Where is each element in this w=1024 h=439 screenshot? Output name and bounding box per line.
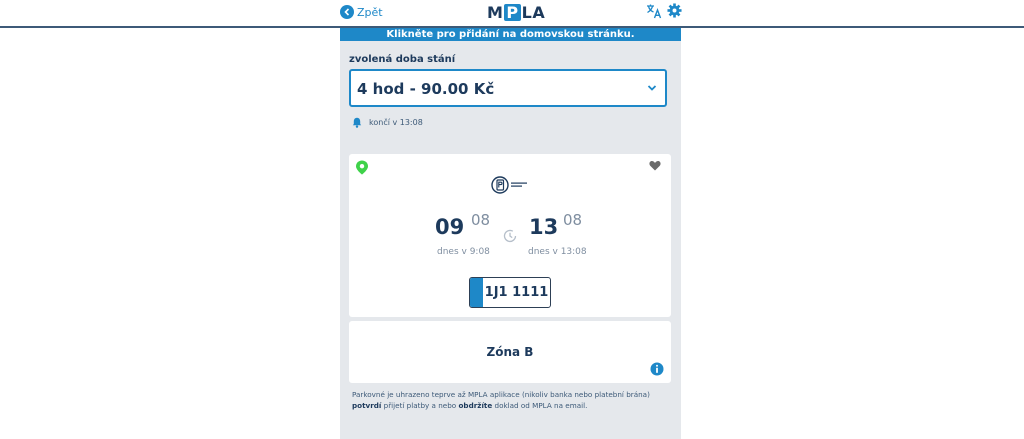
end-time-text: končí v 13:08 [369,118,423,127]
end-date-text: dnes v 13:08 [528,247,587,257]
logo-text-p: P [504,2,521,22]
bell-icon [352,117,362,128]
back-button[interactable]: Zpět [340,3,383,21]
end-time-note: končí v 13:08 [352,117,423,128]
disclaimer-text-3: doklad od MPLA na email. [492,401,588,410]
gear-icon[interactable] [667,3,682,18]
disclaimer-bold-2: obdržíte [458,401,493,410]
main-column: Klikněte pro přidání na domovskou stránk… [340,28,681,439]
disclaimer-bold-1: potvrdí [352,401,382,410]
info-icon[interactable] [650,362,664,376]
disclaimer-text-1: Parkovné je uhrazeno teprve až MPLA apli… [352,390,650,399]
logo-text-left: M [487,2,504,22]
parking-ticket-card: 09 08 dnes v 9:08 13 08 dnes v 13:08 1J1… [349,154,671,317]
license-plate[interactable]: 1J1 1111 [469,277,551,308]
duration-selected-value: 4 hod - 90.00 Kč [357,80,495,98]
start-minute: 08 [471,211,491,229]
end-minute: 08 [563,211,583,229]
start-date-text: dnes v 9:08 [437,247,490,257]
heart-icon[interactable] [649,160,661,171]
logo-text-right: LA [521,2,546,22]
duration-select[interactable]: 4 hod - 90.00 Kč [349,69,667,107]
add-to-home-banner[interactable]: Klikněte pro přidání na domovskou stránk… [340,28,681,41]
disclaimer-text-2: přijetí platby a nebo [381,401,459,410]
chevron-down-icon [647,85,657,91]
start-hour: 09 [435,215,465,239]
end-hour: 13 [529,215,559,239]
zone-card: Zóna B [349,321,671,383]
parking-operator-logo [491,176,529,194]
clock-icon [503,229,517,243]
mpla-logo: M P LA [487,2,545,22]
plate-number: 1J1 1111 [484,285,549,300]
translate-icon[interactable] [646,3,662,19]
location-pin-icon [356,160,368,175]
duration-label: zvolená doba stání [349,54,456,65]
back-icon [340,5,354,19]
payment-disclaimer: Parkovné je uhrazeno teprve až MPLA apli… [352,389,674,411]
parking-logo-lines [511,182,529,189]
parking-logo-icon [491,176,509,194]
zone-name: Zóna B [486,345,534,359]
plate-country-strip [470,278,483,307]
back-label: Zpět [357,5,383,19]
top-bar: Zpět M P LA [0,0,1024,28]
